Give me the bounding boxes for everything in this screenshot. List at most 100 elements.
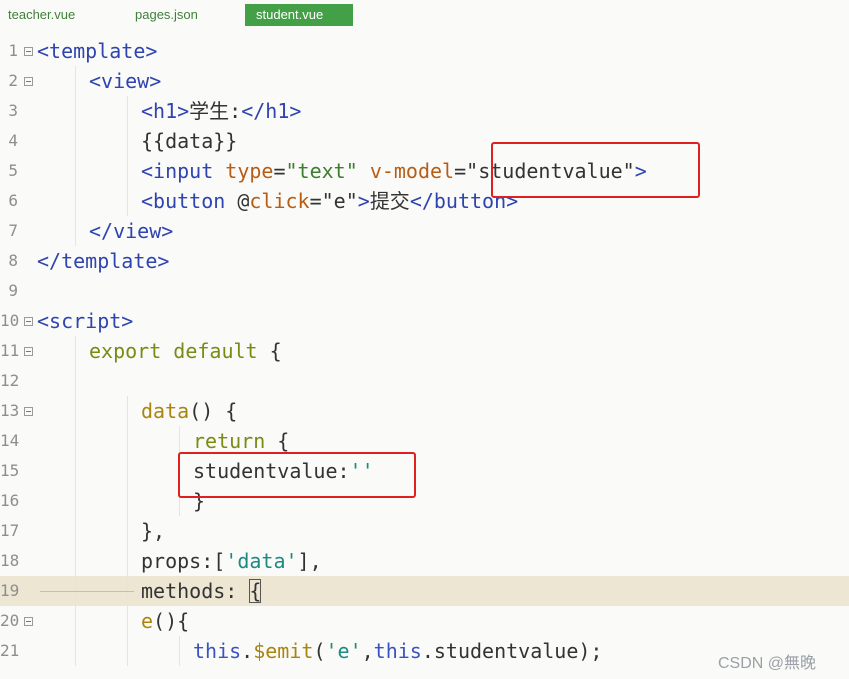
code-token: ="studentvalue" xyxy=(454,159,635,183)
indent-guide xyxy=(75,366,76,396)
code-text: }, xyxy=(141,516,165,546)
code-line[interactable]: 2 <view> xyxy=(0,66,849,96)
code-line[interactable]: 11 export default { xyxy=(0,336,849,366)
code-token: <view> xyxy=(89,69,162,93)
code-token: > xyxy=(634,159,647,183)
code-line[interactable]: 18 props:['data'], xyxy=(0,546,849,576)
code-token: } xyxy=(193,489,206,513)
code-line[interactable]: 17}, xyxy=(0,516,849,546)
code-line[interactable]: 7 </view> xyxy=(0,216,849,246)
line-number: 13 xyxy=(0,401,20,420)
indent-guide xyxy=(127,606,128,636)
code-token: > xyxy=(357,189,370,213)
code-text: export default { xyxy=(89,336,282,366)
code-token: .studentvalue); xyxy=(421,639,603,663)
code-line[interactable]: 8 </template> xyxy=(0,246,849,276)
line-number: 7 xyxy=(8,221,18,240)
code-text: return { xyxy=(193,426,289,456)
code-line[interactable]: 3 <h1>学生:</h1> xyxy=(0,96,849,126)
code-editor[interactable]: 1 <template> 2 <view> 3 <h1>学生:</h1> 4 {{data}}… xyxy=(0,36,849,679)
code-token: props:[ xyxy=(141,549,226,573)
indent-guide xyxy=(127,396,128,426)
code-line[interactable]: 5 <input type="text" v-model="studentvalu… xyxy=(0,156,849,186)
line-number: 14 xyxy=(0,431,20,450)
code-token: click xyxy=(249,189,310,213)
code-token: @ xyxy=(237,189,250,213)
code-token: methods: xyxy=(141,579,250,603)
code-text: </view> xyxy=(89,216,173,246)
code-text: studentvalue:'' xyxy=(193,456,374,486)
code-token: ( xyxy=(313,639,326,663)
code-token: e xyxy=(141,609,154,633)
watermark: CSDN @無晚 xyxy=(718,655,817,672)
code-line[interactable]: 20 e(){ xyxy=(0,606,849,636)
code-text: <button @click="e">提交</button> xyxy=(141,186,518,216)
fold-toggle-icon[interactable] xyxy=(24,407,33,416)
code-token: <button xyxy=(141,189,238,213)
code-line[interactable]: 13 data() { xyxy=(0,396,849,426)
fold-toggle-icon[interactable] xyxy=(24,47,33,56)
code-token: { xyxy=(257,339,282,363)
fold-toggle-icon[interactable] xyxy=(24,317,33,326)
line-number: 19 xyxy=(0,581,20,600)
code-token: {{data}} xyxy=(141,129,238,153)
tab-teacher-vue[interactable]: teacher.vue xyxy=(8,4,75,26)
indent-guide xyxy=(75,186,76,216)
code-token: , xyxy=(361,639,374,663)
editor-tab-bar: teacher.vue pages.json student.vue xyxy=(0,0,849,30)
indent-guide xyxy=(179,636,180,666)
indent-guide xyxy=(179,426,180,456)
indent-guide xyxy=(75,396,76,426)
code-line[interactable]: 1 <template> xyxy=(0,36,849,66)
indent-guide xyxy=(127,546,128,576)
code-line[interactable]: 16} xyxy=(0,486,849,516)
fold-toggle-icon[interactable] xyxy=(24,77,33,86)
code-line[interactable]: 9 xyxy=(0,276,849,306)
code-token: () { xyxy=(189,399,238,423)
fold-toggle-icon[interactable] xyxy=(24,347,33,356)
code-token: this xyxy=(373,639,422,663)
indent-guide xyxy=(127,516,128,546)
line-number: 4 xyxy=(8,131,18,150)
line-number: 17 xyxy=(0,521,20,540)
code-token: <script> xyxy=(37,309,134,333)
code-text: <script> xyxy=(37,306,133,336)
fold-toggle-icon[interactable] xyxy=(24,617,33,626)
code-token: { xyxy=(265,429,290,453)
code-token: return xyxy=(193,429,266,453)
line-number: 1 xyxy=(8,41,18,60)
line-number: 5 xyxy=(8,161,18,180)
code-line[interactable]: 15 studentvalue:'' xyxy=(0,456,849,486)
code-line[interactable]: 14 return { xyxy=(0,426,849,456)
code-token: 'e' xyxy=(325,639,362,663)
code-token: 'data' xyxy=(225,549,298,573)
indent-guide xyxy=(75,96,76,126)
line-number: 20 xyxy=(0,611,20,630)
code-text: } xyxy=(193,486,205,516)
code-token: </template> xyxy=(37,249,170,273)
code-token: <input xyxy=(141,159,226,183)
tab-student-vue[interactable]: student.vue xyxy=(245,4,353,26)
code-line[interactable]: 4 {{data}} xyxy=(0,126,849,156)
indent-guide xyxy=(127,486,128,516)
code-text: <h1>学生:</h1> xyxy=(141,96,301,126)
line-number: 8 xyxy=(8,251,18,270)
indent-guide xyxy=(75,456,76,486)
code-token: <h1> xyxy=(141,99,190,123)
line-number: 9 xyxy=(8,281,18,300)
code-line[interactable]: 6 <button @click="e">提交</button> xyxy=(0,186,849,216)
indent-guide xyxy=(75,126,76,156)
line-number: 15 xyxy=(0,461,20,480)
code-line[interactable]: 10 <script> xyxy=(0,306,849,336)
indent-guide xyxy=(127,426,128,456)
indent-guide xyxy=(75,636,76,666)
tab-pages-json[interactable]: pages.json xyxy=(135,4,198,26)
code-text: <input type="text" v-model="studentvalue… xyxy=(141,156,647,186)
code-token: </button> xyxy=(409,189,519,213)
code-line[interactable]: 12 xyxy=(0,366,849,396)
code-text: data() { xyxy=(141,396,237,426)
indent-guide xyxy=(75,606,76,636)
code-text: <view> xyxy=(89,66,161,96)
code-token: export default xyxy=(89,339,258,363)
line-number: 6 xyxy=(8,191,18,210)
